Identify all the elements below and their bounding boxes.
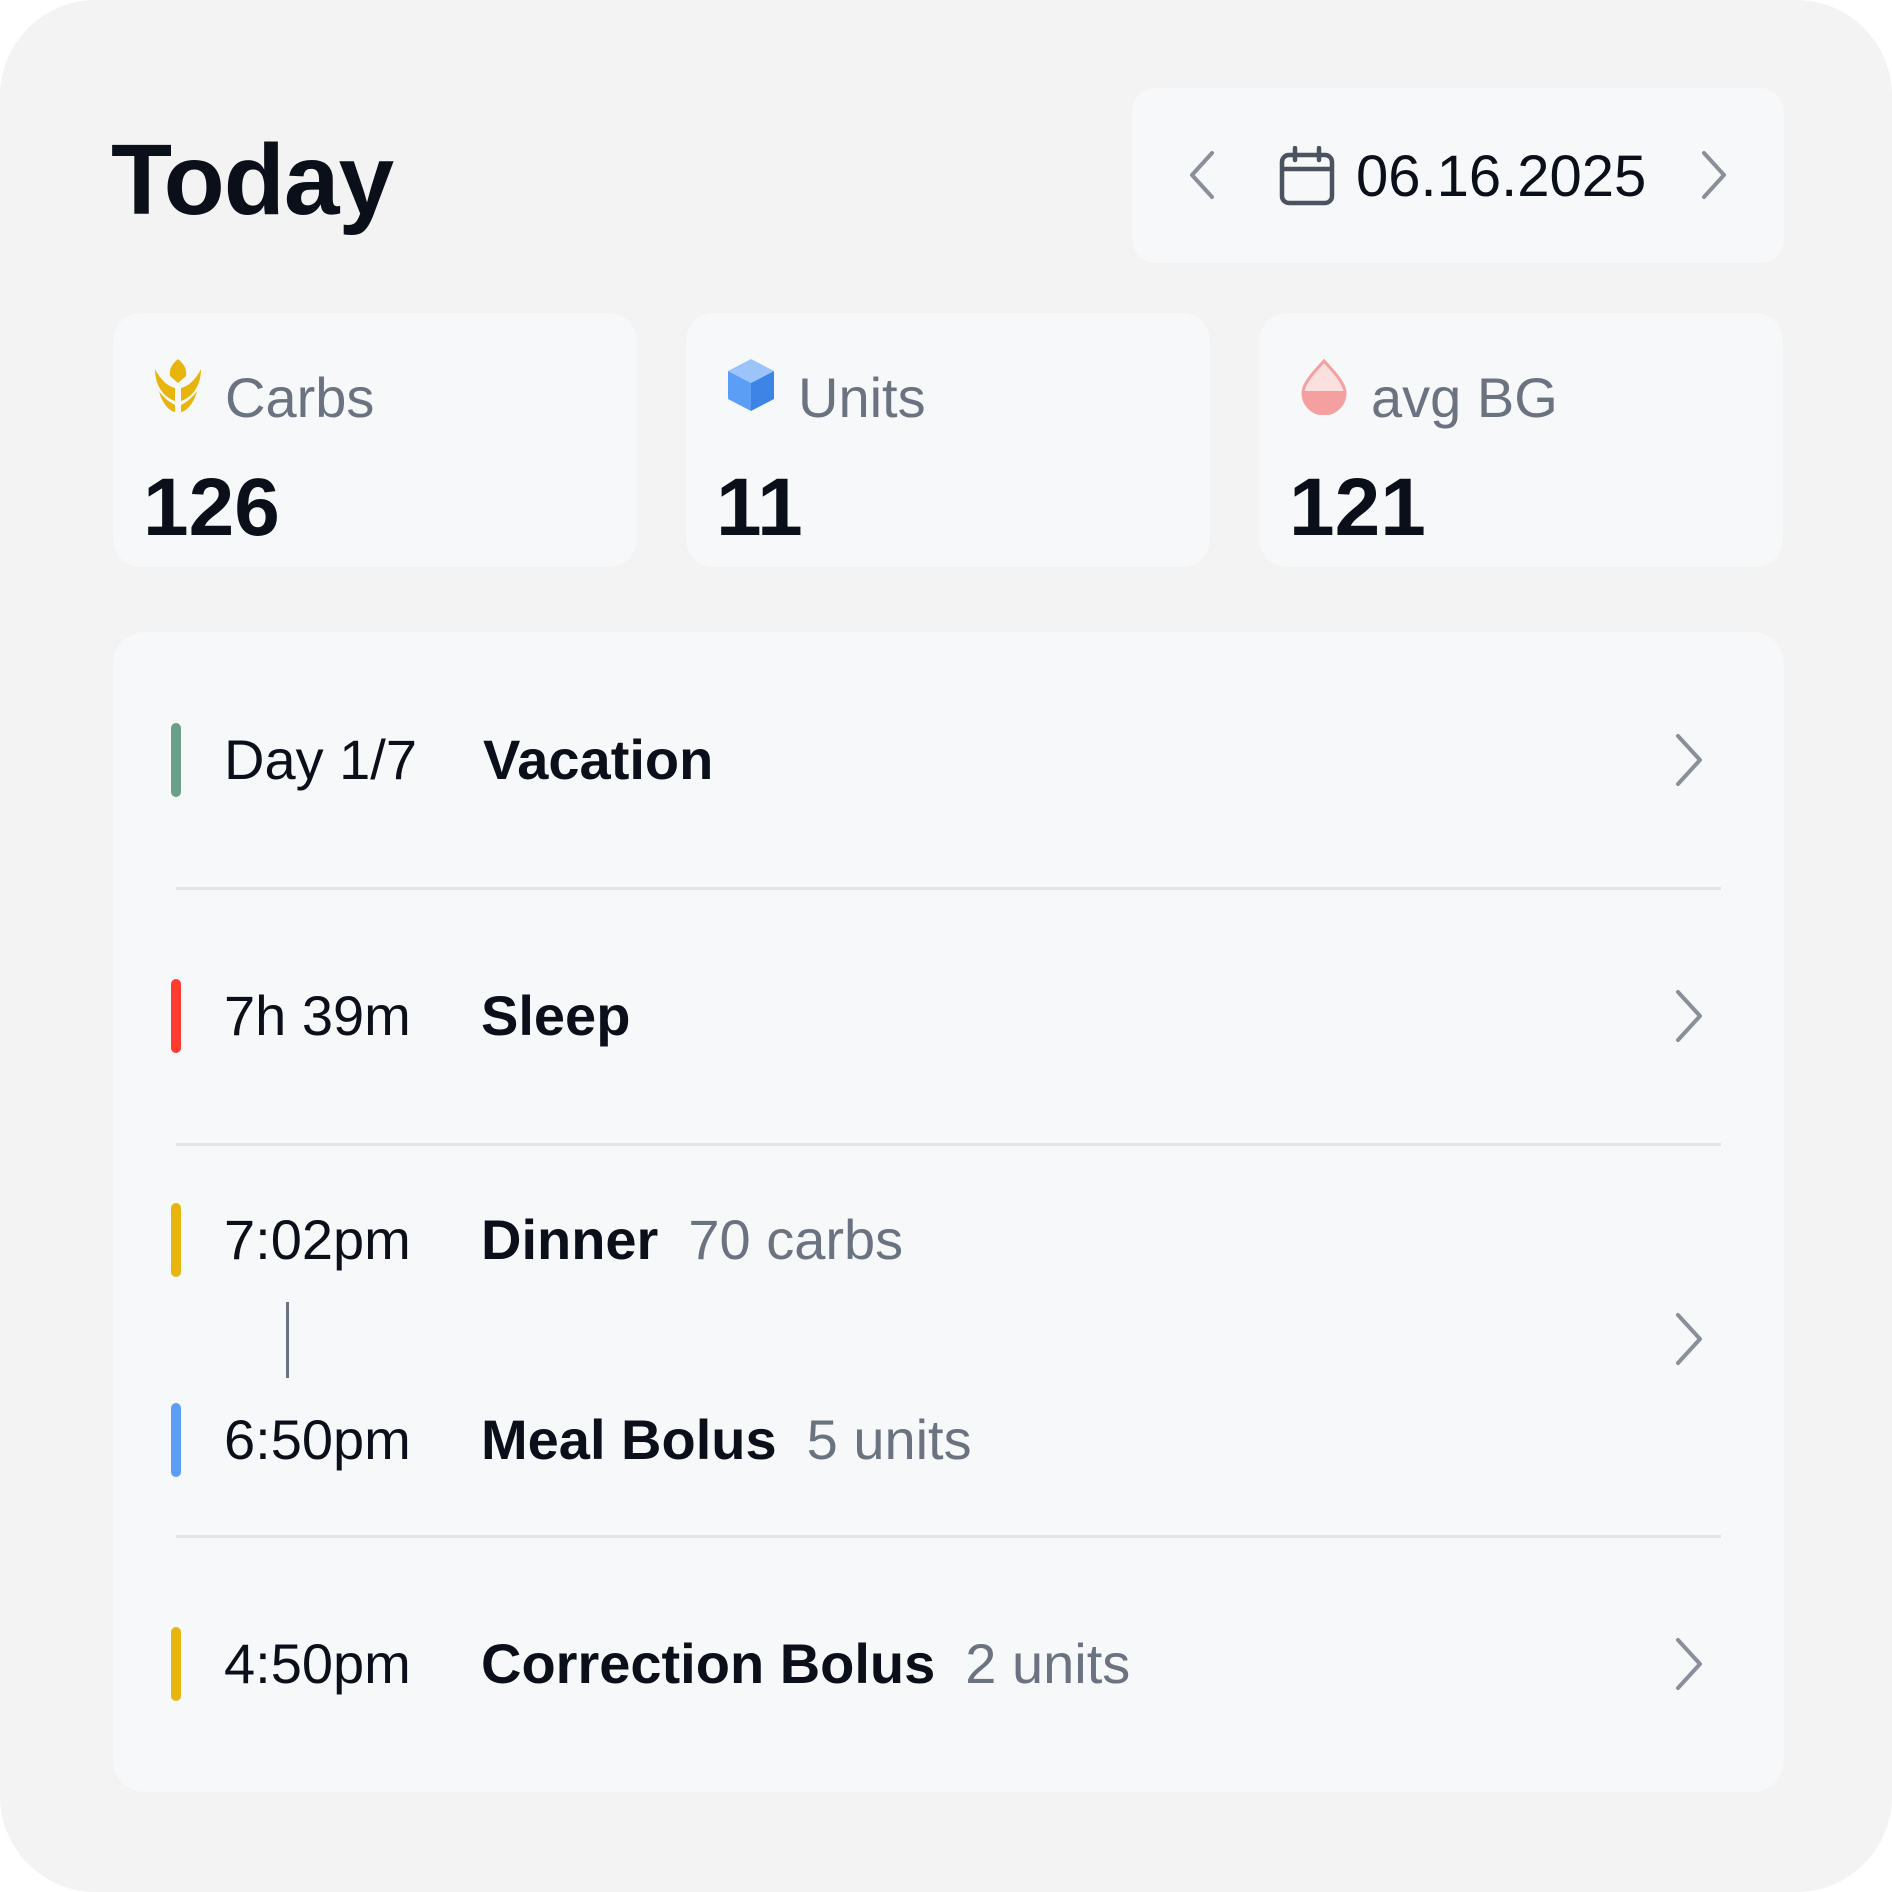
stat-label: Units (798, 366, 926, 429)
chevron-right-icon[interactable] (1668, 732, 1708, 788)
entry-detail: 2 units (965, 1632, 1131, 1695)
selected-date[interactable]: 06.16.2025 (1356, 142, 1646, 212)
entry-time: 6:50pm (224, 1408, 411, 1471)
entry-color-bar (171, 1627, 181, 1701)
entry-color-bar (171, 1203, 181, 1277)
next-day-button[interactable] (1684, 140, 1744, 210)
chevron-right-icon[interactable] (1668, 988, 1708, 1044)
entry-color-bar (171, 979, 181, 1053)
list-item-meal-bolus[interactable]: Meal Bolus 5 units (481, 1405, 972, 1475)
divider (176, 887, 1721, 890)
list-item-dinner[interactable]: Dinner 70 carbs (481, 1205, 903, 1275)
entry-name: Meal Bolus (481, 1408, 777, 1471)
entry-name: Vacation (483, 728, 714, 791)
entry-detail: 70 carbs (688, 1208, 904, 1271)
stat-value: 11 (716, 462, 803, 553)
entry-name: Dinner (481, 1208, 659, 1271)
timeline-list: Day 1/7 Vacation 7h 39m Sleep 7:02pm Din… (113, 632, 1784, 1792)
entry-name: Sleep (481, 984, 631, 1047)
linked-entries-connector (286, 1302, 289, 1378)
wheat-icon (155, 359, 201, 412)
stat-label: Carbs (225, 366, 375, 429)
date-navigator: 06.16.2025 (1132, 88, 1784, 263)
drop-icon (1301, 358, 1347, 415)
entry-time: 4:50pm (224, 1632, 411, 1695)
list-item-correction-bolus[interactable]: Correction Bolus 2 units (481, 1629, 1130, 1699)
entry-time: 7:02pm (224, 1208, 411, 1271)
stat-value: 126 (143, 462, 280, 553)
page-title: Today (111, 124, 394, 236)
chevron-right-icon[interactable] (1668, 1311, 1708, 1367)
entry-name: Correction Bolus (481, 1632, 936, 1695)
stat-card-avg-bg[interactable]: avg BG 121 (1259, 313, 1783, 567)
entry-time: 7h 39m (224, 984, 411, 1047)
chevron-left-icon (1190, 151, 1214, 199)
stat-card-carbs[interactable]: Carbs 126 (113, 313, 637, 567)
calendar-icon[interactable] (1279, 146, 1335, 206)
chevron-right-icon (1702, 151, 1726, 199)
previous-day-button[interactable] (1172, 140, 1232, 210)
list-item-vacation[interactable]: Vacation (483, 725, 713, 795)
divider (176, 1535, 1721, 1538)
stat-card-units[interactable]: Units 11 (686, 313, 1210, 567)
cube-icon (728, 359, 774, 411)
entry-color-bar (171, 1403, 181, 1477)
list-item-sleep[interactable]: Sleep (481, 981, 630, 1051)
chevron-right-icon[interactable] (1668, 1636, 1708, 1692)
stat-label: avg BG (1371, 366, 1558, 429)
entry-detail: 5 units (806, 1408, 972, 1471)
app-frame: Today 06.16.2025 Carbs 126 Units 11 avg … (0, 0, 1892, 1892)
stat-value: 121 (1289, 462, 1426, 553)
entry-color-bar (171, 723, 181, 797)
entry-time: Day 1/7 (224, 728, 417, 791)
divider (176, 1143, 1721, 1146)
